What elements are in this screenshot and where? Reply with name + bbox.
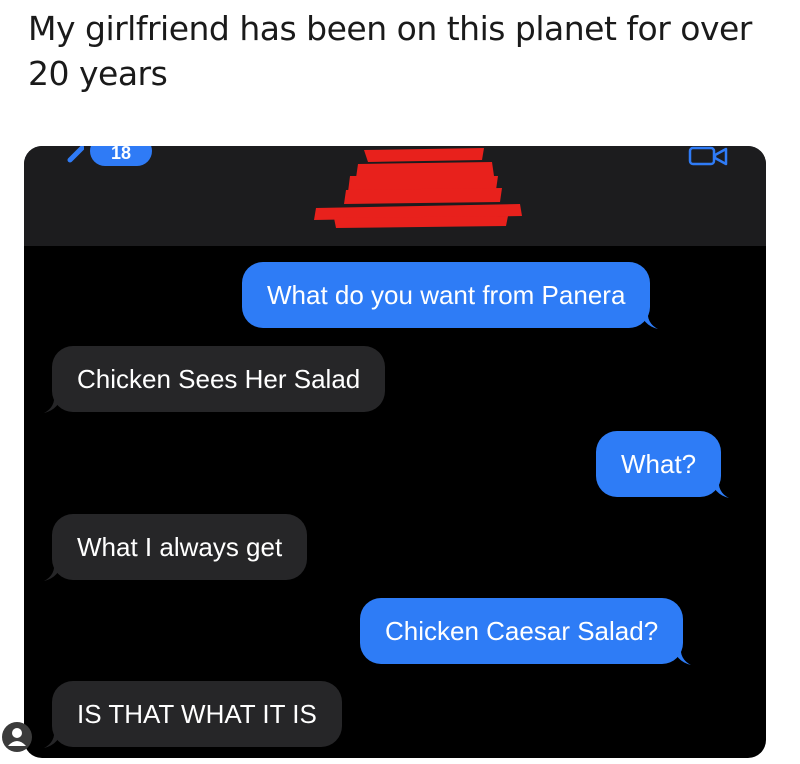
messages-screenshot: 18 What do you want from Panera Chicken … bbox=[24, 146, 766, 758]
message-bubble-received: IS THAT WHAT IT IS bbox=[44, 681, 342, 748]
bubble-tail bbox=[673, 645, 692, 665]
bubble-tail bbox=[711, 478, 730, 498]
message-bubble-sent: What do you want from Panera bbox=[242, 262, 659, 329]
post-caption: My girlfriend has been on this planet fo… bbox=[28, 9, 752, 93]
back-chevron-icon[interactable] bbox=[64, 146, 84, 166]
message-text: Chicken Sees Her Salad bbox=[77, 364, 361, 394]
conversation-header: 18 bbox=[24, 146, 766, 246]
message-text: Chicken Caesar Salad? bbox=[385, 616, 659, 646]
bubble-tail bbox=[44, 561, 62, 581]
bubble-tail bbox=[640, 309, 659, 329]
bubble-tail bbox=[44, 393, 62, 413]
message-bubble-received: Chicken Sees Her Salad bbox=[44, 346, 386, 413]
message-text: What do you want from Panera bbox=[267, 280, 626, 310]
message-text: What? bbox=[621, 449, 697, 479]
message-text: What I always get bbox=[77, 532, 283, 562]
unread-count-badge[interactable]: 18 bbox=[90, 146, 152, 166]
user-avatar-icon[interactable] bbox=[2, 722, 32, 752]
redacted-contact-name bbox=[314, 148, 522, 228]
message-bubble-received: What I always get bbox=[44, 514, 308, 581]
video-call-icon[interactable] bbox=[688, 146, 728, 168]
message-text: IS THAT WHAT IT IS bbox=[77, 699, 317, 729]
bubble-tail bbox=[44, 728, 62, 748]
message-bubble-sent: Chicken Caesar Salad? bbox=[360, 598, 692, 665]
message-bubble-sent: What? bbox=[596, 431, 730, 498]
